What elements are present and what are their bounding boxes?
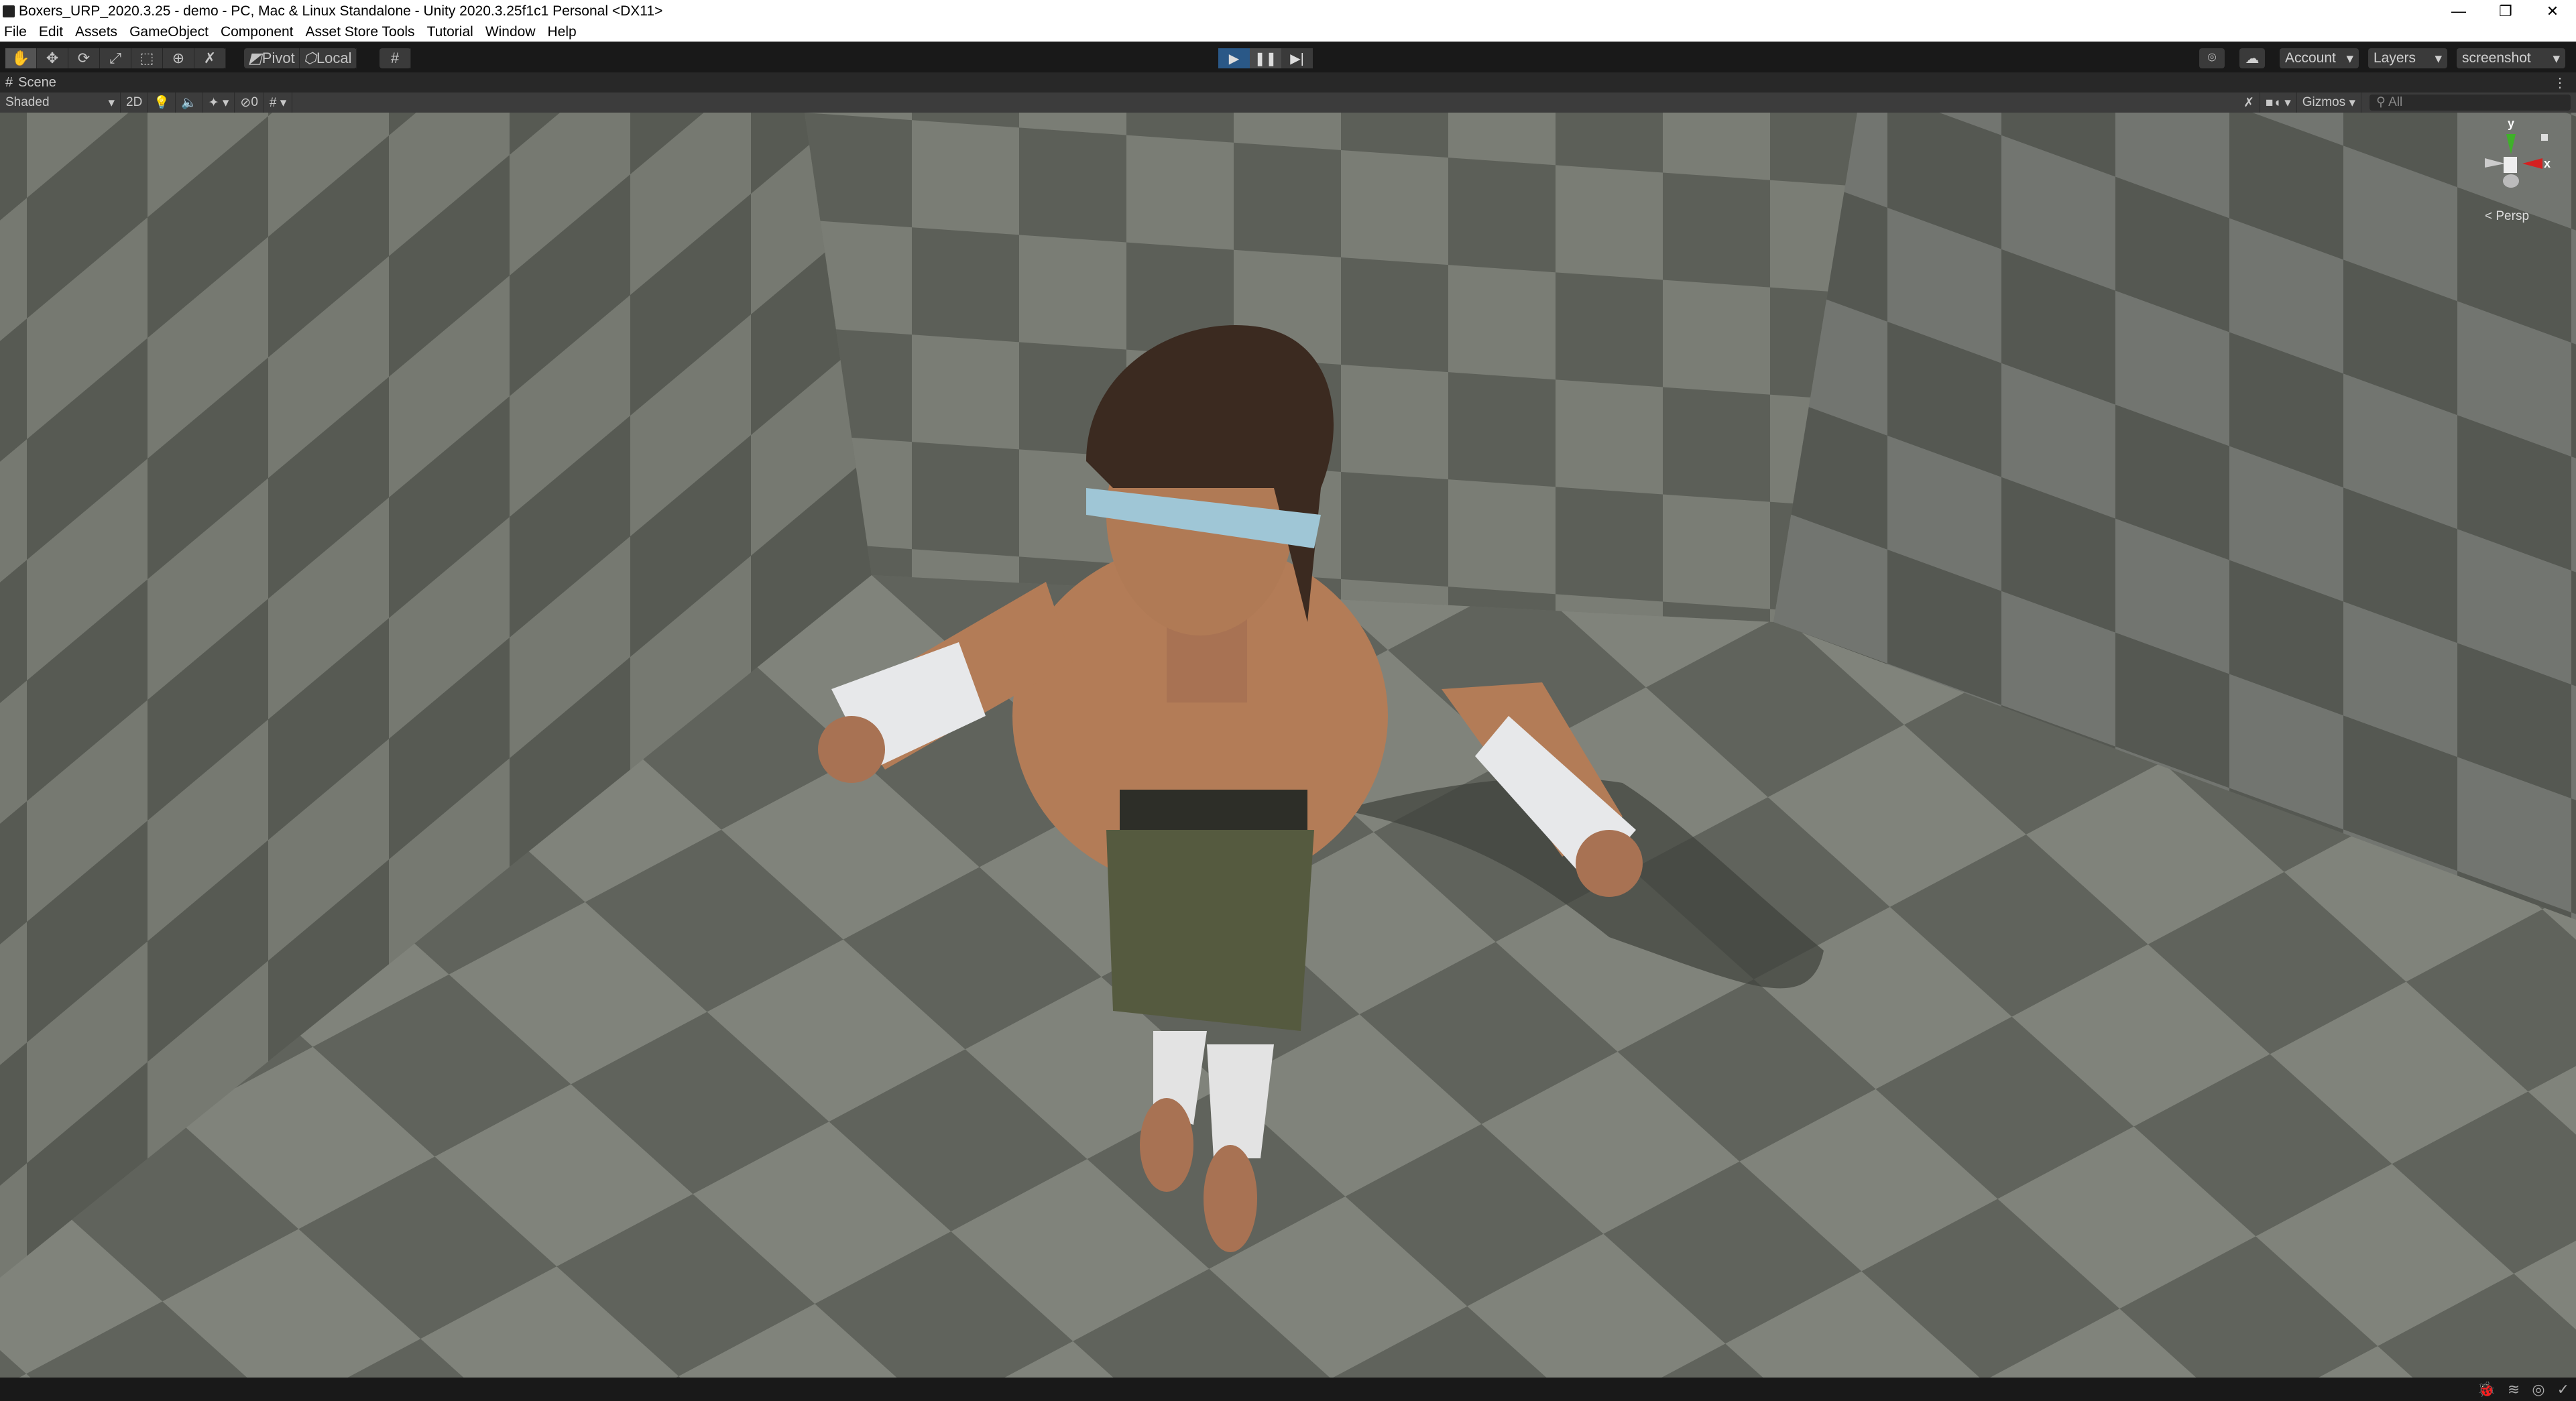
gizmos-dropdown[interactable]: Gizmos ▾ [2297, 93, 2361, 113]
playmode-controls: ▶ ❚❚ ▶| [1218, 48, 1313, 68]
tools-icon[interactable]: ✗ [2238, 93, 2260, 113]
rotate-tool-icon[interactable]: ⟳ [68, 48, 100, 68]
transform-tools: ✋ ✥ ⟳ ⤢ ⬚ ⊕ ✗ [5, 48, 226, 68]
visibility-icon: ⊘ [240, 95, 251, 110]
title-bar: Boxers_URP_2020.3.25 - demo - PC, Mac & … [0, 0, 2576, 23]
grid-dropdown-icon[interactable]: # ▾ [264, 93, 293, 113]
2d-toggle[interactable]: 2D [121, 93, 149, 113]
scene-viewport[interactable]: y x < Persp [0, 113, 2576, 1378]
local-toggle[interactable]: ⬡ Local [300, 48, 357, 68]
cloud-button[interactable]: ☁ [2239, 48, 2265, 68]
debug-icon[interactable]: 🐞 [2477, 1381, 2496, 1398]
collab-button[interactable]: ⌾ [2199, 48, 2225, 68]
move-tool-icon[interactable]: ✥ [37, 48, 68, 68]
hidden-objects-toggle[interactable]: ⊘ 0 [235, 93, 264, 113]
transform-tool-icon[interactable]: ⊕ [163, 48, 194, 68]
scene-grid-icon: # [5, 74, 13, 90]
axis-x-label: x [2544, 157, 2551, 170]
scale-tool-icon[interactable]: ⤢ [100, 48, 131, 68]
play-button[interactable]: ▶ [1218, 48, 1250, 68]
local-icon: ⬡ [303, 50, 316, 66]
search-icon: ⚲ [2376, 95, 2389, 109]
pivot-icon: ◩ [248, 50, 262, 66]
status-bar: 🐞 ≋ ◎ ✓ [0, 1378, 2576, 1401]
axis-y-label: y [2508, 117, 2515, 130]
cloud-icon: ☁ [2245, 50, 2260, 66]
lighting-toggle-icon[interactable]: 💡 [148, 93, 176, 113]
scene-right-tools: ✗ ■◖ ▾ Gizmos ▾ [2238, 93, 2361, 113]
menu-assets[interactable]: Assets [75, 24, 117, 40]
pause-button[interactable]: ❚❚ [1250, 48, 1281, 68]
handle-toggles: ◩ Pivot ⬡ Local [244, 48, 357, 68]
scene-toolbar: Shaded ▾ 2D 💡 🔈 ✦ ▾ ⊘ 0 # ▾ ✗ ■◖ ▾ Gizmos … [0, 93, 2576, 113]
menu-window[interactable]: Window [485, 24, 536, 40]
menu-asset-store-tools[interactable]: Asset Store Tools [306, 24, 415, 40]
window-title: Boxers_URP_2020.3.25 - demo - PC, Mac & … [19, 3, 663, 19]
menu-tutorial[interactable]: Tutorial [427, 24, 473, 40]
orientation-gizmo[interactable]: y x < Persp [2475, 117, 2556, 227]
draw-mode-dropdown[interactable]: Shaded ▾ [0, 93, 121, 113]
menu-component[interactable]: Component [221, 24, 294, 40]
restore-button[interactable]: ❐ [2482, 0, 2529, 23]
hand-tool-icon[interactable]: ✋ [5, 48, 37, 68]
layout-dropdown[interactable]: screenshot ▾ [2457, 48, 2565, 68]
pivot-toggle[interactable]: ◩ Pivot [244, 48, 300, 68]
auto-generate-lighting-icon[interactable]: ◎ [2532, 1381, 2544, 1398]
projection-toggle[interactable]: < Persp [2485, 209, 2529, 224]
scene-tab-label: Scene [18, 74, 56, 90]
scene-search-input[interactable]: ⚲ All [2369, 95, 2571, 111]
menu-gameobject[interactable]: GameObject [129, 24, 209, 40]
menu-edit[interactable]: Edit [39, 24, 63, 40]
close-button[interactable]: ✕ [2529, 0, 2576, 23]
chevron-down-icon: ▾ [2346, 50, 2353, 66]
effects-dropdown-icon[interactable]: ✦ ▾ [203, 93, 235, 113]
scene-tab[interactable]: # Scene ⋮ [0, 72, 2576, 93]
snap-group: # [379, 48, 411, 68]
chevron-down-icon: ▾ [108, 95, 115, 110]
collab-icon: ⌾ [2207, 50, 2217, 66]
camera-dropdown-icon[interactable]: ■◖ ▾ [2260, 93, 2297, 113]
chevron-down-icon: ▾ [2435, 50, 2442, 66]
more-options-icon[interactable]: ⋮ [2553, 74, 2567, 91]
menu-file[interactable]: File [4, 24, 27, 40]
menu-help[interactable]: Help [548, 24, 577, 40]
rect-tool-icon[interactable]: ⬚ [131, 48, 163, 68]
boxer-character [818, 324, 1824, 1252]
step-button[interactable]: ▶| [1281, 48, 1313, 68]
layers-dropdown[interactable]: Layers ▾ [2368, 48, 2447, 68]
cache-server-icon[interactable]: ≋ [2508, 1381, 2520, 1398]
grid-snap-icon[interactable]: # [379, 48, 411, 68]
minimize-button[interactable]: — [2435, 0, 2482, 23]
custom-tool-icon[interactable]: ✗ [194, 48, 226, 68]
status-ok-icon[interactable]: ✓ [2557, 1381, 2569, 1398]
chevron-down-icon: ▾ [2553, 50, 2560, 66]
audio-toggle-icon[interactable]: 🔈 [176, 93, 203, 113]
menu-bar: File Edit Assets GameObject Component As… [0, 23, 2576, 42]
unity-logo-icon [3, 5, 15, 17]
account-dropdown[interactable]: Account ▾ [2280, 48, 2359, 68]
